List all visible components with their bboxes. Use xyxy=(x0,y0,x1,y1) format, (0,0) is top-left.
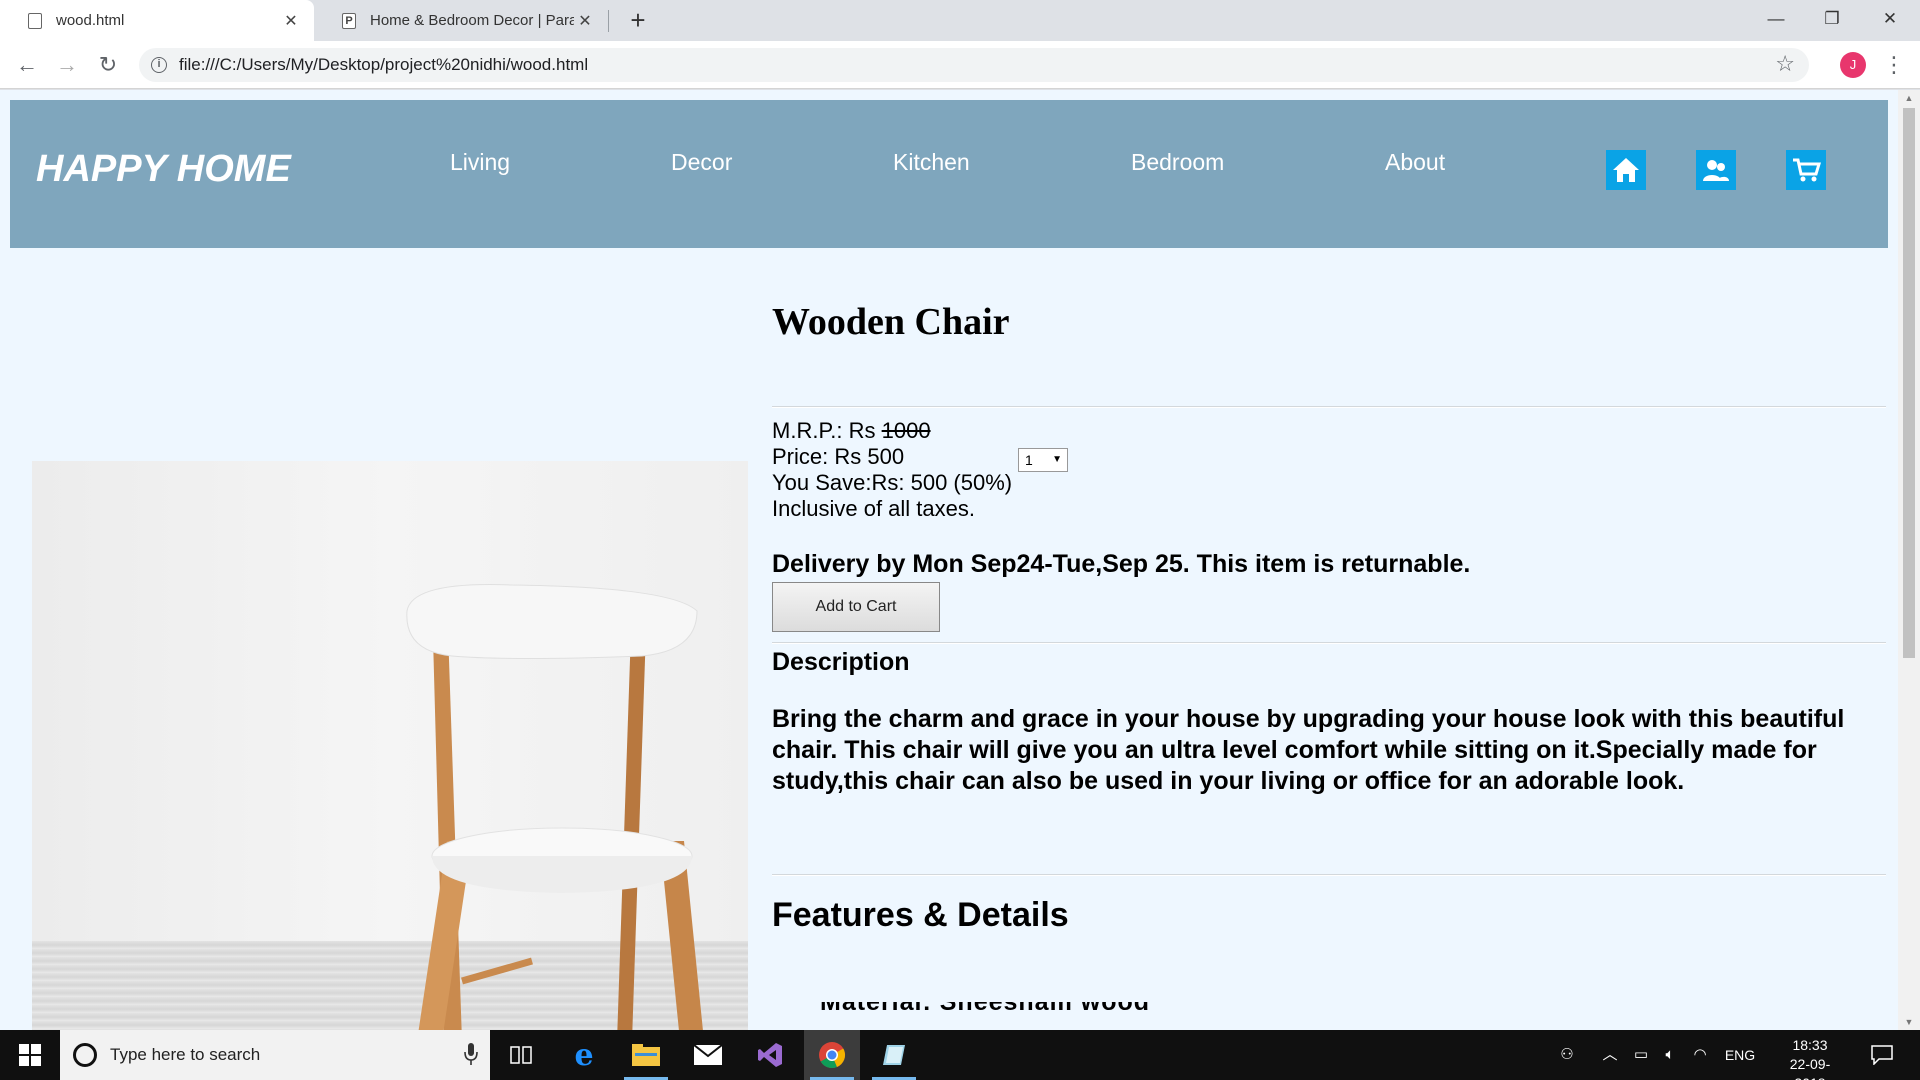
features-heading: Features & Details xyxy=(772,896,1069,934)
price-block: M.R.P.: Rs 1000 Price: Rs 500 You Save:R… xyxy=(772,418,1012,522)
nav-living[interactable]: Living xyxy=(450,100,510,224)
mrp-label: M.R.P.: Rs xyxy=(772,418,882,443)
language-indicator[interactable]: ENG xyxy=(1720,1030,1760,1080)
browser-toolbar: ← → ↻ i file:///C:/Users/My/Desktop/proj… xyxy=(0,41,1920,89)
tab-wood-html[interactable]: wood.html ✕ xyxy=(0,0,314,41)
microphone-icon[interactable] xyxy=(464,1043,478,1065)
clock-date: 22-09-2018 xyxy=(1789,1056,1831,1080)
dropdown-caret-icon: ▼ xyxy=(1052,454,1062,465)
you-save-line: You Save:Rs: 500 (50%) xyxy=(772,470,1013,495)
page-viewport: HAPPY HOME Living Decor Kitchen Bedroom … xyxy=(0,90,1898,1030)
cortana-icon xyxy=(73,1043,97,1067)
windows-logo-icon xyxy=(19,1044,41,1066)
people-icon[interactable]: ⚇ xyxy=(1550,1030,1584,1080)
description-text: Bring the charm and grace in your house … xyxy=(772,705,1845,795)
address-bar[interactable]: i file:///C:/Users/My/Desktop/project%20… xyxy=(139,48,1809,82)
notifications-icon[interactable] xyxy=(1862,1030,1902,1080)
divider xyxy=(772,642,1886,644)
scrollbar-thumb[interactable] xyxy=(1903,108,1915,658)
volume-icon[interactable]: 🔈︎ xyxy=(1656,1030,1684,1080)
close-tab-icon[interactable]: ✕ xyxy=(280,11,302,31)
divider xyxy=(772,874,1886,876)
users-icon[interactable] xyxy=(1696,150,1736,190)
site-header: HAPPY HOME Living Decor Kitchen Bedroom … xyxy=(10,100,1888,248)
close-window-button[interactable]: ✕ xyxy=(1862,0,1918,38)
tab-divider xyxy=(608,10,609,32)
info-icon[interactable]: i xyxy=(151,57,167,73)
notepad-app-icon[interactable] xyxy=(866,1030,922,1080)
quantity-select[interactable]: 1 ▼ xyxy=(1018,448,1068,472)
edge-browser-icon[interactable]: e xyxy=(556,1030,612,1080)
search-placeholder: Type here to search xyxy=(110,1045,261,1064)
tab-home-bedroom-decor[interactable]: P Home & Bedroom Decor | Parach ✕ xyxy=(314,0,608,41)
tab-title: Home & Bedroom Decor | Parach xyxy=(370,12,574,29)
url-text[interactable]: file:///C:/Users/My/Desktop/project%20ni… xyxy=(179,48,588,82)
parachute-favicon-icon: P xyxy=(342,12,356,29)
divider xyxy=(772,406,1886,408)
cart-icon[interactable] xyxy=(1786,150,1826,190)
product-image-wooden-chair xyxy=(32,461,748,1030)
nav-about[interactable]: About xyxy=(1385,100,1445,224)
task-view-icon[interactable] xyxy=(493,1030,549,1080)
add-to-cart-button[interactable]: Add to Cart xyxy=(772,582,940,632)
back-arrow-icon[interactable]: ← xyxy=(12,50,42,80)
page-icon xyxy=(28,12,42,29)
description-heading: Description xyxy=(772,648,910,676)
scroll-down-arrow-icon[interactable]: ▼ xyxy=(1898,1014,1920,1030)
browser-tabstrip: wood.html ✕ P Home & Bedroom Decor | Par… xyxy=(0,0,1920,41)
kebab-menu-icon[interactable]: ⋮ xyxy=(1882,50,1906,80)
mrp-value: 1000 xyxy=(881,418,931,443)
show-hidden-icons-chevron-icon[interactable]: ︿ xyxy=(1596,1030,1624,1080)
wifi-icon[interactable]: ◠ xyxy=(1686,1030,1714,1080)
home-icon[interactable] xyxy=(1606,150,1646,190)
chrome-icon[interactable] xyxy=(804,1030,860,1080)
nav-kitchen[interactable]: Kitchen xyxy=(893,100,970,224)
forward-arrow-icon[interactable]: → xyxy=(52,50,82,80)
profile-avatar[interactable]: J xyxy=(1840,52,1866,78)
quantity-value: 1 xyxy=(1025,452,1033,468)
tab-title: wood.html xyxy=(56,12,125,29)
features-first-item-text: Material: Sheesham wood xyxy=(820,1002,1151,1016)
start-button[interactable] xyxy=(0,1030,60,1080)
windows-taskbar: Type here to search e ⚇ ︿ ▭ 🔈︎ ◠ ENG 18:… xyxy=(0,1030,1920,1080)
nav-decor[interactable]: Decor xyxy=(671,100,732,224)
clock-time: 18:33 xyxy=(1792,1037,1828,1053)
features-first-item: Material: Sheesham wood xyxy=(820,1002,1220,1024)
chair-illustration xyxy=(406,584,703,1030)
close-tab-icon[interactable]: ✕ xyxy=(574,11,596,31)
delivery-info: Delivery by Mon Sep24-Tue,Sep 25. This i… xyxy=(772,550,1471,578)
taskbar-search-box[interactable]: Type here to search xyxy=(60,1030,490,1080)
new-tab-button[interactable]: + xyxy=(622,4,654,36)
taxes-line: Inclusive of all taxes. xyxy=(772,496,975,521)
mrp-line: M.R.P.: Rs 1000 xyxy=(772,418,1012,444)
visual-studio-icon[interactable] xyxy=(742,1030,798,1080)
price-line: Price: Rs 500 xyxy=(772,444,905,469)
reload-icon[interactable]: ↻ xyxy=(93,50,123,80)
site-logo[interactable]: HAPPY HOME xyxy=(36,100,291,238)
battery-icon[interactable]: ▭ xyxy=(1628,1030,1654,1080)
file-explorer-icon[interactable] xyxy=(618,1030,674,1080)
mail-icon[interactable] xyxy=(680,1030,736,1080)
product-title: Wooden Chair xyxy=(772,301,1010,343)
restore-button[interactable]: ❐ xyxy=(1804,0,1860,38)
scroll-up-arrow-icon[interactable]: ▲ xyxy=(1898,90,1920,106)
minimize-button[interactable]: — xyxy=(1748,0,1804,38)
nav-bedroom[interactable]: Bedroom xyxy=(1131,100,1224,224)
bookmark-star-icon[interactable]: ☆ xyxy=(1775,51,1795,77)
taskbar-clock[interactable]: 18:33 22-09-2018 xyxy=(1778,1036,1842,1080)
page-scrollbar[interactable]: ▲ ▼ xyxy=(1898,90,1920,1030)
